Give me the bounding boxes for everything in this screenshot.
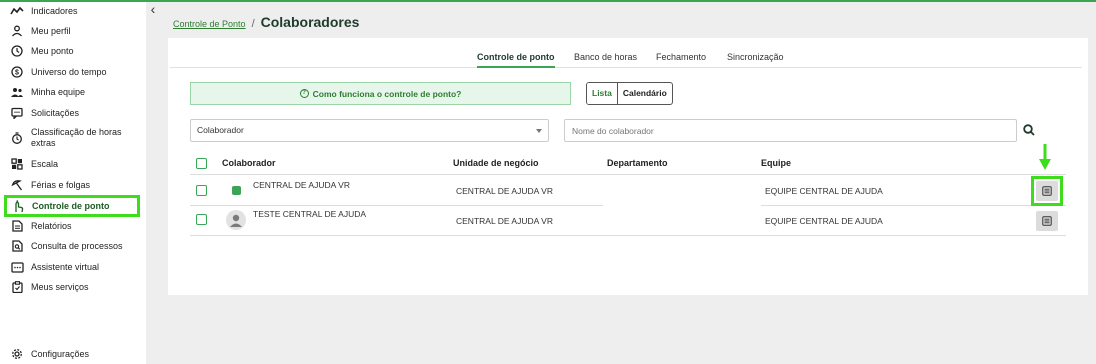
table-divider <box>190 235 1066 236</box>
sidebar-item-label: Minha equipe <box>31 86 86 97</box>
team-icon <box>10 85 24 99</box>
avatar <box>226 210 246 230</box>
sidebar-item-solicitacoes[interactable]: Solicitações <box>6 106 140 120</box>
sidebar-item-relatorios[interactable]: Relatórios <box>6 219 140 233</box>
clipboard-icon <box>10 280 24 294</box>
view-toggle-calendario[interactable]: Calendário <box>618 83 672 104</box>
cell-equipe: EQUIPE CENTRAL DE AJUDA <box>765 216 883 226</box>
help-how-it-works-button[interactable]: ? Como funciona o controle de ponto? <box>190 82 571 105</box>
row-checkbox[interactable] <box>196 185 207 196</box>
table-divider <box>190 205 603 206</box>
sidebar-item-label: Configurações <box>31 348 90 359</box>
top-accent-line <box>0 0 1096 2</box>
grid-icon <box>10 157 24 171</box>
sidebar-item-indicadores[interactable]: Indicadores <box>6 4 140 18</box>
cell-colaborador[interactable]: TESTE CENTRAL DE AJUDA <box>253 209 366 219</box>
list-document-icon <box>1042 216 1052 226</box>
chat-icon <box>10 106 24 120</box>
column-header-departamento[interactable]: Departamento <box>607 158 668 168</box>
company-logo <box>232 186 241 195</box>
sidebar-item-label: Escala <box>31 158 59 169</box>
search-document-icon <box>10 239 24 253</box>
gear-icon <box>10 347 24 361</box>
annotation-highlight-box <box>1031 176 1063 206</box>
cell-unidade: CENTRAL DE AJUDA VR <box>456 216 553 226</box>
clock-icon <box>10 44 24 58</box>
document-icon <box>10 219 24 233</box>
search-icon <box>1023 124 1035 136</box>
column-header-equipe[interactable]: Equipe <box>761 158 791 168</box>
assistant-icon <box>10 260 24 274</box>
sidebar-item-configuracoes[interactable]: Configurações <box>6 347 140 361</box>
person-avatar-icon <box>230 214 242 227</box>
tab-bar: Controle de ponto Banco de horas Fechame… <box>170 52 1082 68</box>
cell-unidade: CENTRAL DE AJUDA VR <box>456 186 553 196</box>
colaborador-select[interactable]: Colaborador <box>190 119 549 142</box>
person-icon <box>10 24 24 38</box>
sidebar-item-label: Assistente virtual <box>31 261 100 272</box>
view-toggle: Lista Calendário <box>586 82 673 105</box>
annotation-arrow-down-icon <box>1039 144 1051 170</box>
cell-colaborador[interactable]: CENTRAL DE AJUDA VR <box>253 180 350 190</box>
question-circle-icon: ? <box>299 89 309 98</box>
sidebar-item-minha-equipe[interactable]: Minha equipe <box>6 85 140 99</box>
search-button[interactable] <box>1022 123 1036 137</box>
sidebar-item-classificacao-horas-extras[interactable]: Classificação de horas extras <box>6 126 140 150</box>
colaborador-select-value: Colaborador <box>197 125 244 135</box>
sidebar-item-meu-ponto[interactable]: Meu ponto <box>6 44 140 58</box>
timer-icon <box>10 131 24 145</box>
sidebar-item-controle-de-ponto[interactable]: Controle de ponto <box>4 195 140 217</box>
sidebar-item-label: Controle de ponto <box>32 200 110 211</box>
nome-colaborador-input[interactable] <box>564 119 1017 142</box>
breadcrumb-link-controle-de-ponto[interactable]: Controle de Ponto <box>173 19 246 29</box>
sidebar-item-ferias-folgas[interactable]: Férias e folgas <box>6 178 140 192</box>
sidebar-item-label: Relatórios <box>31 220 72 231</box>
sidebar-item-consulta-processos[interactable]: Consulta de processos <box>6 239 140 253</box>
select-all-checkbox[interactable] <box>196 158 207 169</box>
column-header-unidade[interactable]: Unidade de negócio <box>453 158 539 168</box>
sidebar-item-label: Indicadores <box>31 5 78 16</box>
sidebar-item-label: Meus serviços <box>31 281 89 292</box>
tab-sincronizacao[interactable]: Sincronização <box>727 52 784 68</box>
table-divider <box>761 205 1066 206</box>
view-toggle-lista[interactable]: Lista <box>587 83 618 104</box>
chevron-down-icon <box>536 129 542 133</box>
svg-text:$: $ <box>15 70 19 77</box>
tab-controle-de-ponto[interactable]: Controle de ponto <box>477 52 555 68</box>
trend-icon <box>10 4 24 18</box>
sidebar-item-escala[interactable]: Escala <box>6 157 140 171</box>
sidebar-item-label: Meu perfil <box>31 25 71 36</box>
breadcrumb: Controle de Ponto / Colaboradores <box>173 14 359 30</box>
sidebar-item-meu-perfil[interactable]: Meu perfil <box>6 24 140 38</box>
sidebar-item-label: Férias e folgas <box>31 179 91 190</box>
tab-fechamento[interactable]: Fechamento <box>656 52 706 68</box>
column-header-colaborador[interactable]: Colaborador <box>222 158 276 168</box>
help-label: Como funciona o controle de ponto? <box>312 88 462 99</box>
sidebar-item-label: Classificação de horas extras <box>31 127 122 148</box>
dollar-circle-icon: $ <box>10 65 24 79</box>
sidebar-item-label: Consulta de processos <box>31 240 123 251</box>
cell-equipe: EQUIPE CENTRAL DE AJUDA <box>765 186 883 196</box>
hand-icon <box>11 199 25 213</box>
sidebar-item-label: Meu ponto <box>31 45 74 56</box>
sidebar-item-label: Solicitações <box>31 107 80 118</box>
beach-icon <box>10 178 24 192</box>
page-title: Colaboradores <box>260 14 360 30</box>
table-divider <box>190 174 1066 175</box>
breadcrumb-separator: / <box>251 18 255 30</box>
tab-banco-de-horas[interactable]: Banco de horas <box>574 52 637 68</box>
sidebar-collapse-button[interactable]: ‹ <box>146 2 160 16</box>
sidebar-item-label: Universo do tempo <box>31 66 107 77</box>
timesheet-button[interactable] <box>1036 211 1058 231</box>
sidebar-item-universo-do-tempo[interactable]: $ Universo do tempo <box>6 65 140 79</box>
sidebar-item-meus-servicos[interactable]: Meus serviços <box>6 280 140 294</box>
sidebar-item-assistente-virtual[interactable]: Assistente virtual <box>6 260 140 274</box>
row-checkbox[interactable] <box>196 214 207 225</box>
